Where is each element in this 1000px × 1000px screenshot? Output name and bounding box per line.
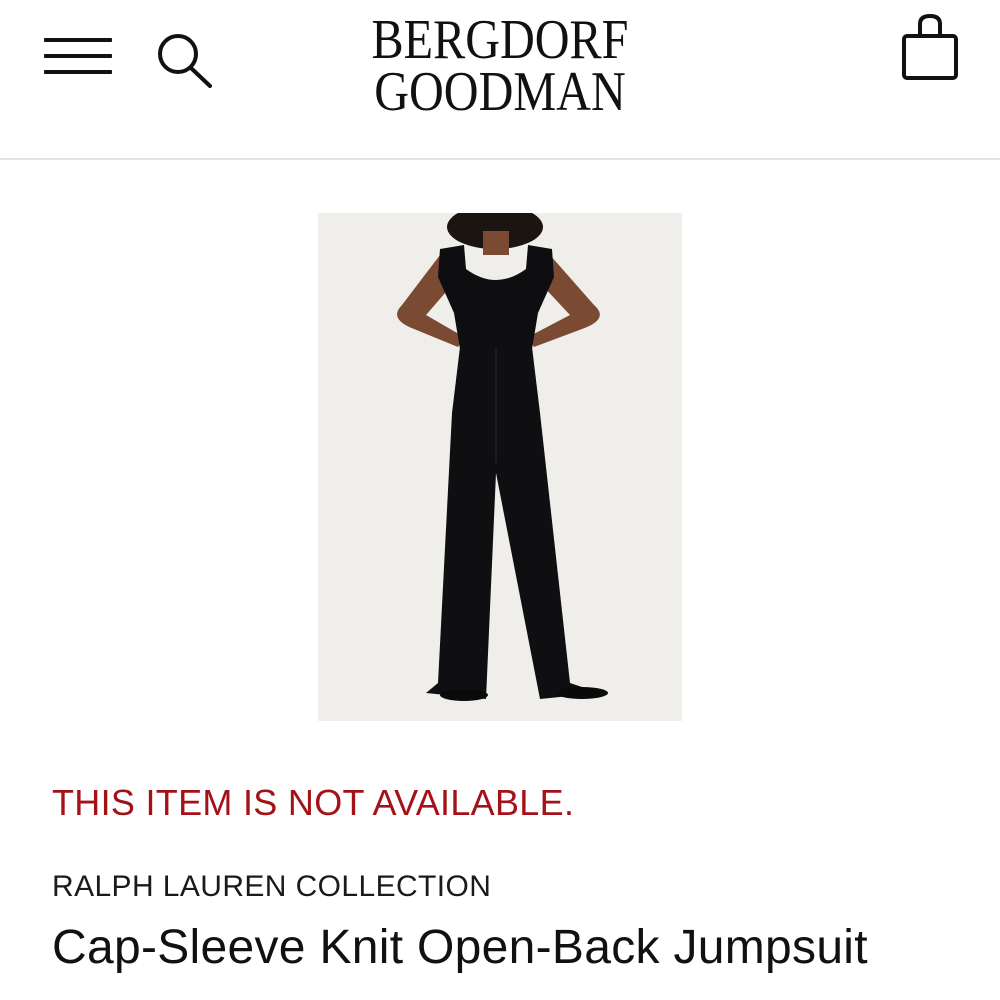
availability-notice: THIS ITEM IS NOT AVAILABLE. — [52, 782, 575, 823]
logo-line-1: BERGDORF — [371, 9, 629, 71]
search-icon — [158, 34, 212, 88]
menu-bar — [44, 54, 112, 58]
product-photo — [318, 213, 682, 721]
product-image[interactable] — [318, 213, 682, 721]
product-page: BERGDORF GOODMAN THIS ITEM IS NOT AVAILA… — [0, 0, 1000, 1000]
product-title: Cap-Sleeve Knit Open-Back Jumpsuit — [52, 921, 868, 974]
brand-logo[interactable]: BERGDORF GOODMAN — [340, 9, 660, 126]
search-button[interactable] — [150, 28, 220, 92]
shopping-bag-button[interactable] — [896, 12, 966, 86]
designer-name[interactable]: RALPH LAUREN COLLECTION — [52, 870, 491, 904]
menu-bar — [44, 70, 112, 74]
site-header: BERGDORF GOODMAN — [0, 0, 1000, 160]
shopping-bag-icon — [902, 13, 958, 80]
logo-line-2: GOODMAN — [374, 61, 626, 123]
menu-bar — [44, 38, 112, 42]
menu-button[interactable] — [40, 32, 116, 82]
